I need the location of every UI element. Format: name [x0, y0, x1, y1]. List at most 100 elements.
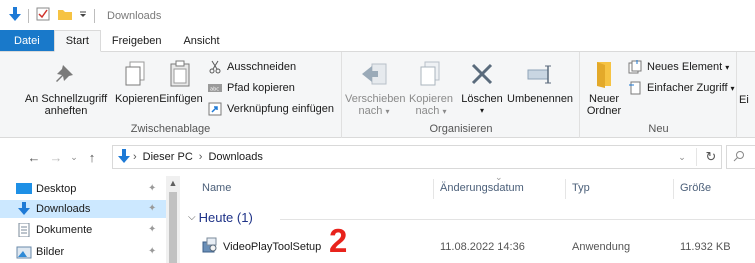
scroll-thumb[interactable]	[169, 192, 177, 263]
search-box[interactable]	[726, 145, 755, 169]
desktop-icon	[16, 182, 32, 196]
folder-icon[interactable]	[57, 6, 73, 25]
column-header-date[interactable]: Änderungsdatum	[440, 182, 524, 194]
column-header-size[interactable]: Größe	[680, 182, 711, 194]
nav-item-label: Dokumente	[36, 224, 93, 236]
copy-to-label-2: nach	[415, 105, 440, 117]
navigation-pane: Desktop ✦ Downloads ✦ Dokumente ✦ Bilder…	[0, 176, 180, 263]
column-divider[interactable]	[433, 179, 434, 199]
copy-to-icon	[415, 58, 447, 90]
forward-arrow-icon[interactable]: →	[46, 147, 66, 167]
breadcrumb-separator-icon[interactable]: ›	[133, 151, 137, 163]
breadcrumb-downloads[interactable]: Downloads	[208, 151, 262, 163]
file-type: Anwendung	[572, 241, 631, 253]
organize-group: Verschieben nach ▾ Kopieren nach ▾ Lösch…	[343, 52, 580, 138]
nav-item-documents[interactable]: Dokumente ✦	[0, 221, 166, 239]
paste-button[interactable]: Einfügen	[158, 58, 204, 105]
customize-toolbar-icon[interactable]	[78, 9, 88, 22]
collapse-chevron-icon[interactable]: ⌵	[188, 212, 196, 223]
delete-label: Löschen	[461, 93, 503, 105]
tab-start[interactable]: Start	[53, 30, 101, 52]
column-header-type[interactable]: Typ	[572, 182, 590, 194]
address-divider	[696, 148, 697, 166]
recent-locations-chevron-icon[interactable]: ⌄	[64, 147, 84, 167]
navigation-bar: ← → ⌄ ↑ › Dieser PC › Downloads ⌄ ↻	[0, 142, 755, 172]
copy-to-button[interactable]: Kopieren nach ▾	[405, 58, 457, 118]
new-folder-label-2: Ordner	[586, 105, 622, 117]
move-to-label-2: nach	[358, 105, 383, 117]
navigation-scrollbar[interactable]: ▲	[166, 176, 180, 263]
downloads-icon	[16, 202, 32, 216]
tab-view[interactable]: Ansicht	[172, 30, 230, 51]
rename-icon	[524, 58, 556, 90]
back-arrow-icon[interactable]: ←	[24, 147, 44, 167]
delete-x-icon	[466, 58, 498, 90]
file-row[interactable]: VideoPlayToolSetup 2 11.08.2022 14:36 An…	[180, 224, 755, 257]
paste-shortcut-button[interactable]: Verknüpfung einfügen	[207, 100, 334, 118]
svg-text:abc: abc	[210, 87, 219, 93]
tab-share[interactable]: Freigeben	[101, 30, 173, 51]
copy-button[interactable]: Kopieren	[114, 58, 160, 105]
new-folder-button[interactable]: Neuer Ordner	[583, 58, 625, 117]
column-divider[interactable]	[673, 179, 674, 199]
pin-label: An Schnellzugriff	[24, 93, 108, 105]
new-group-label: Neu	[648, 123, 669, 135]
paste-label: Einfügen	[159, 93, 203, 105]
column-divider[interactable]	[565, 179, 566, 199]
group-header-today[interactable]: ⌵ Heute (1)	[188, 210, 253, 225]
group-header-label: Heute (1)	[198, 210, 253, 225]
search-icon	[733, 150, 745, 165]
nav-item-pictures[interactable]: Bilder ✦	[0, 243, 166, 261]
file-name-cell[interactable]: VideoPlayToolSetup	[202, 237, 321, 256]
easy-access-icon	[627, 80, 643, 96]
paste-icon	[165, 58, 197, 90]
address-actions: ⌄ ↻	[672, 146, 721, 168]
column-header-name[interactable]: Name	[202, 182, 231, 194]
clipboard-group-label: Zwischenablage	[130, 123, 211, 135]
easy-access-label: Einfacher Zugriff	[647, 82, 728, 94]
copy-path-label: Pfad kopieren	[227, 82, 295, 94]
ribbon: An Schnellzugriff anheften Kopieren Einf…	[0, 52, 755, 138]
open-group-label-cutoff: Ei	[739, 94, 749, 106]
copy-icon	[121, 58, 153, 90]
new-item-button[interactable]: Neues Element ▾	[627, 58, 729, 76]
copy-path-button[interactable]: abc Pfad kopieren	[207, 79, 295, 97]
toolbar-separator	[94, 8, 95, 23]
documents-icon	[16, 222, 32, 238]
move-to-label: Verschieben	[345, 93, 406, 105]
pin-icon[interactable]: ✦	[148, 224, 156, 235]
properties-icon[interactable]	[35, 6, 51, 25]
rename-button[interactable]: Umbenennen	[507, 58, 573, 105]
organize-group-label: Organisieren	[429, 123, 493, 135]
new-folder-label: Neuer	[589, 93, 619, 105]
breadcrumb-this-pc[interactable]: Dieser PC	[143, 151, 193, 163]
toolbar-separator	[28, 8, 29, 23]
move-to-icon	[358, 58, 390, 90]
move-to-button[interactable]: Verschieben nach ▾	[345, 58, 406, 118]
easy-access-button[interactable]: Einfacher Zugriff ▾	[627, 79, 735, 97]
scroll-up-arrow-icon[interactable]: ▲	[166, 176, 180, 190]
nav-item-downloads[interactable]: Downloads ✦	[0, 200, 166, 218]
rename-label: Umbenennen	[507, 93, 574, 105]
pin-icon[interactable]: ✦	[148, 246, 156, 257]
window-title: Downloads	[107, 9, 162, 22]
breadcrumb-separator-icon[interactable]: ›	[199, 151, 203, 163]
cut-button[interactable]: Ausschneiden	[207, 58, 296, 76]
nav-item-label: Desktop	[36, 183, 77, 195]
down-arrow-icon[interactable]	[8, 6, 22, 25]
pin-icon[interactable]: ✦	[148, 183, 156, 194]
nav-item-desktop[interactable]: Desktop ✦	[0, 180, 166, 198]
tab-file[interactable]: Datei	[0, 30, 54, 51]
annotation-number: 2	[329, 222, 348, 259]
pictures-icon	[16, 245, 32, 259]
address-bar[interactable]: › Dieser PC › Downloads ⌄ ↻	[112, 145, 722, 169]
shortcut-icon	[207, 101, 223, 117]
address-dropdown-chevron-icon[interactable]: ⌄	[672, 147, 692, 167]
delete-button[interactable]: Löschen ▾	[459, 58, 505, 117]
pin-quick-access-button[interactable]: An Schnellzugriff anheften	[24, 58, 108, 117]
new-item-label: Neues Element	[647, 61, 723, 73]
refresh-icon[interactable]: ↻	[701, 147, 721, 167]
pin-icon[interactable]: ✦	[148, 203, 156, 214]
up-arrow-icon[interactable]: ↑	[82, 147, 102, 167]
file-date: 11.08.2022 14:36	[440, 241, 525, 253]
